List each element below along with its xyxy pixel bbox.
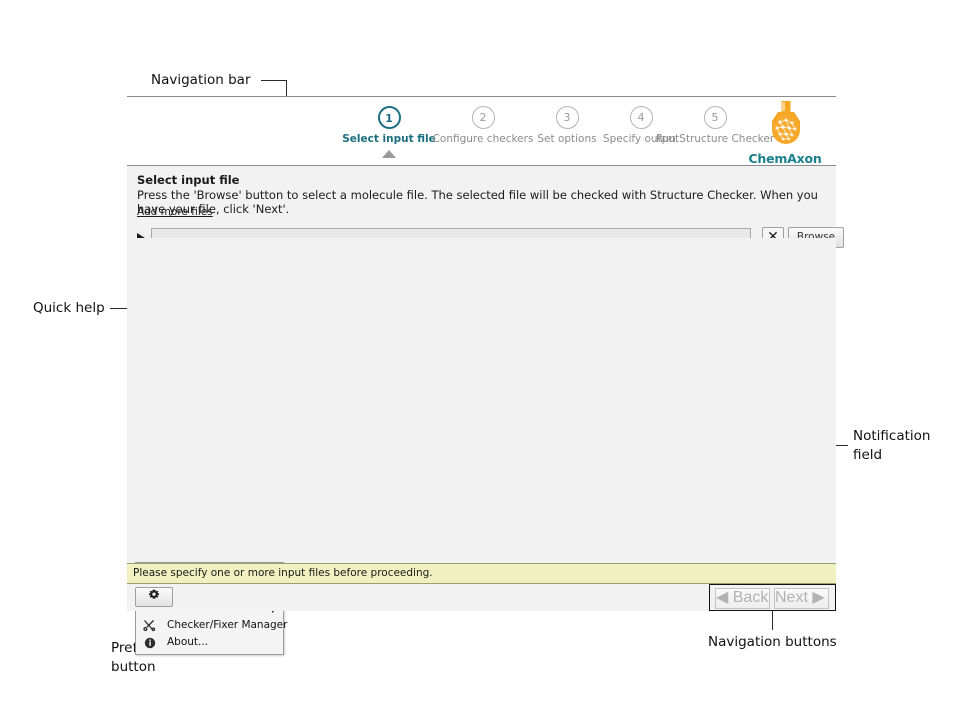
wizard-content-area: Add more files ? Help... License Manager… (127, 238, 836, 562)
quick-help-text: Press the 'Browse' button to select a mo… (137, 188, 826, 216)
navigation-buttons-group: ◀ Back Next ▶ (709, 584, 836, 611)
add-more-files-link[interactable]: Add more files (137, 206, 213, 218)
nav-step-1-number: 1 (378, 106, 401, 129)
chemaxon-flask-icon (742, 100, 828, 148)
structure-checker-wizard-window: 1 Select input file 2 Configure checkers… (127, 96, 836, 611)
bottom-toolbar: ◀ Back Next ▶ (127, 584, 836, 611)
notification-field: Please specify one or more input files b… (127, 563, 836, 584)
annotation-navigation-buttons: Navigation buttons (708, 633, 837, 652)
annotation-quick-help: Quick help (33, 299, 105, 318)
tools-icon (142, 618, 157, 633)
back-button[interactable]: ◀ Back (715, 588, 770, 609)
nav-step-2-number: 2 (472, 106, 495, 129)
active-step-arrow-icon (382, 150, 396, 158)
annotation-notification-field: Notification field (853, 427, 930, 465)
preferences-button[interactable] (135, 587, 173, 607)
nav-step-5-number: 5 (704, 106, 727, 129)
quick-help-panel: Select input file Press the 'Browse' but… (127, 166, 836, 220)
menu-item-checker-fixer-manager[interactable]: Checker/Fixer Manager (136, 617, 283, 634)
annotation-navigation-bar: Navigation bar (151, 71, 251, 90)
leader-navigation-buttons-vertical (772, 608, 773, 630)
menu-item-checker-fixer-manager-label: Checker/Fixer Manager (167, 619, 287, 631)
chemaxon-logo-text: ChemAxon (742, 151, 828, 166)
info-circle-icon (142, 635, 157, 650)
chemaxon-logo: ChemAxon (742, 100, 828, 164)
next-button[interactable]: Next ▶ (774, 588, 829, 609)
gear-icon (147, 589, 161, 603)
leader-navigation-bar-horizontal (261, 80, 287, 81)
navigation-bar: 1 Select input file 2 Configure checkers… (127, 96, 836, 166)
menu-item-about-label: About... (167, 636, 208, 648)
quick-help-title: Select input file (137, 173, 826, 187)
menu-item-about[interactable]: About... (136, 634, 283, 651)
